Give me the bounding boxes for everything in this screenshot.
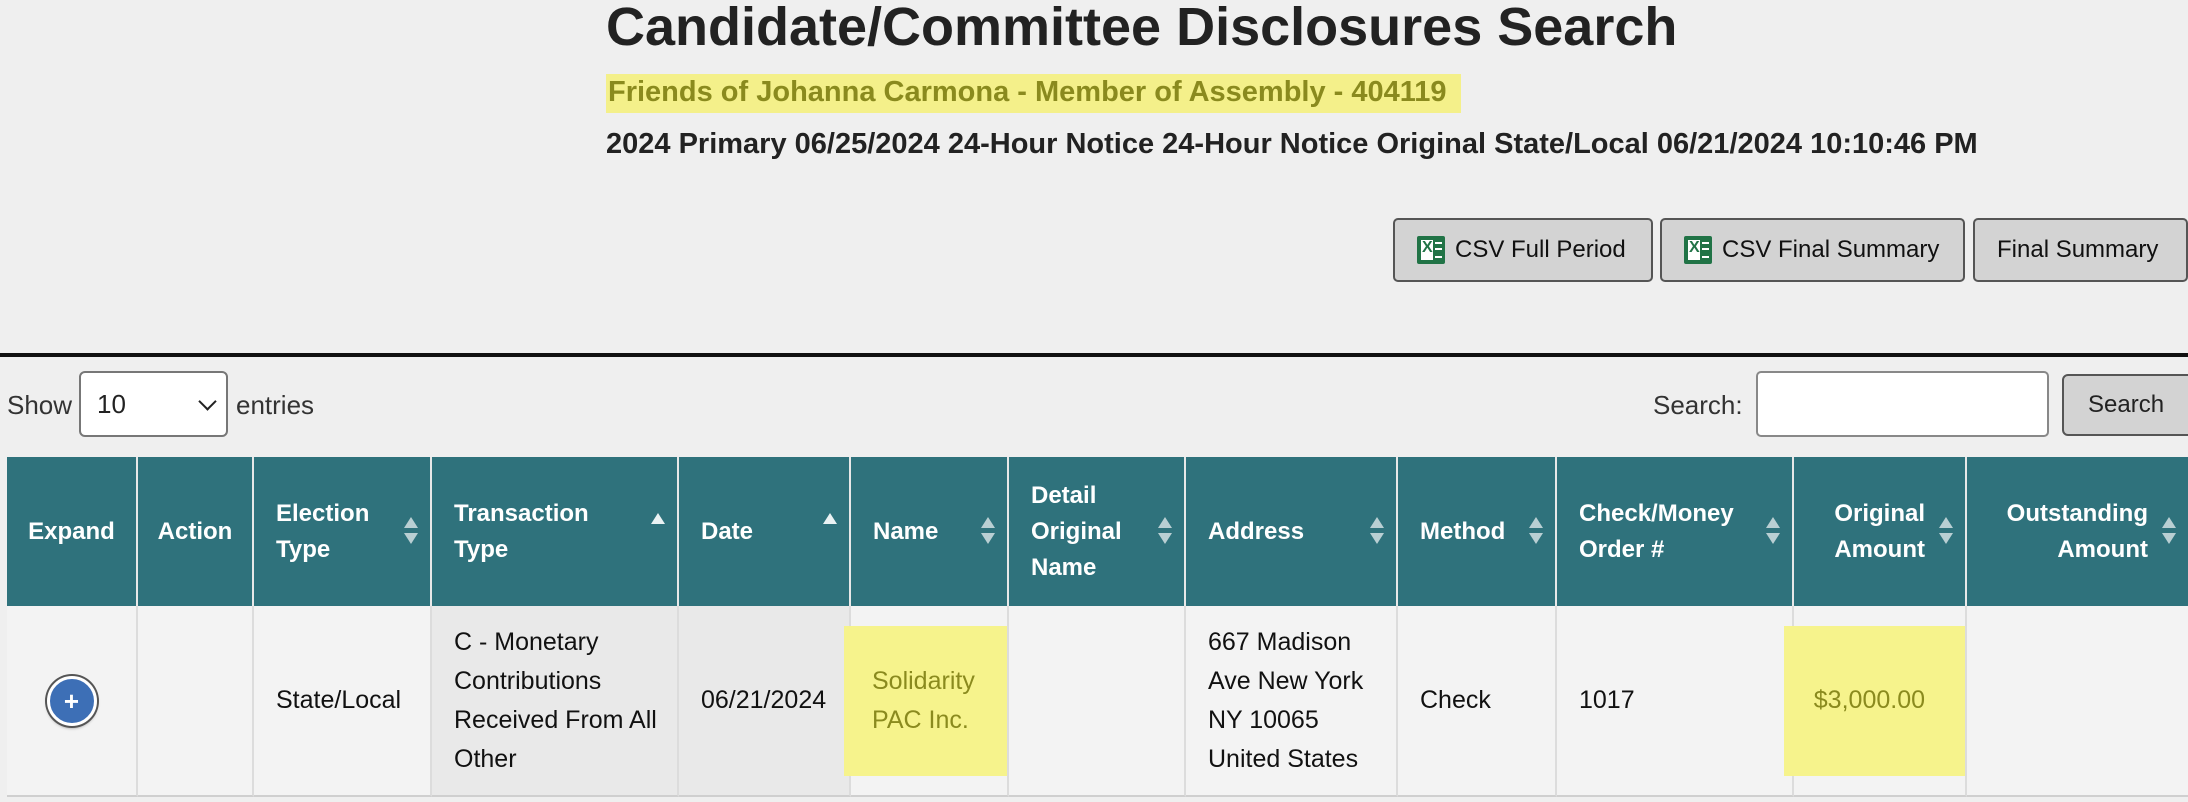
sort-both-icon <box>404 517 418 547</box>
column-header-label: Outstanding Amount <box>2006 499 2148 563</box>
column-header-label: Action <box>157 517 233 545</box>
sort-both-icon <box>1766 517 1780 547</box>
column-header-detail-original-name[interactable]: Detail Original Name <box>1009 457 1186 606</box>
csv-full-period-button[interactable]: CSV Full Period <box>1393 218 1653 282</box>
table-row-election-type: State/Local <box>254 606 432 797</box>
excel-file-icon <box>1684 236 1712 264</box>
show-label: Show <box>7 390 73 420</box>
sort-both-icon <box>2162 517 2176 547</box>
column-header-outstanding-amount[interactable]: Outstanding Amount <box>1967 457 2188 606</box>
table-row-transaction-type: C - Monetary Contributions Received From… <box>432 606 679 797</box>
table-row-address: 667 Madison Ave New York NY 10065 United… <box>1186 606 1398 797</box>
column-header-transaction-type[interactable]: Transaction Type <box>432 457 679 606</box>
filing-info: 2024 Primary 06/25/2024 24-Hour Notice 2… <box>606 128 1978 160</box>
final-summary-button[interactable]: Final Summary <box>1973 218 2188 282</box>
committee-name: Friends of Johanna Carmona - Member of A… <box>606 74 1461 113</box>
column-header-action: Action <box>138 457 254 606</box>
page-title: Candidate/Committee Disclosures Search <box>606 0 1678 57</box>
column-header-label: Election Type <box>276 499 370 563</box>
search-button[interactable]: Search <box>2062 374 2188 436</box>
excel-file-icon <box>1417 236 1445 264</box>
table-row-action-cell <box>138 606 254 797</box>
column-header-label: Method <box>1420 517 1506 545</box>
csv-final-summary-button[interactable]: CSV Final Summary <box>1660 218 1965 282</box>
table-row-detail-original-name <box>1009 606 1186 797</box>
column-header-label: Date <box>701 517 754 545</box>
column-header-name[interactable]: Name <box>851 457 1009 606</box>
sort-both-icon <box>981 517 995 547</box>
column-header-label: Transaction Type <box>454 499 589 563</box>
table-row-method: Check <box>1398 606 1557 797</box>
table-row-expand-cell: + <box>7 606 138 797</box>
column-header-label: Expand <box>28 517 115 545</box>
column-header-address[interactable]: Address <box>1186 457 1398 606</box>
final-summary-label: Final Summary <box>1997 236 2159 263</box>
table-row-original-amount-cell: $3,000.00 <box>1784 606 1967 797</box>
sort-asc-icon <box>823 513 837 543</box>
entries-label: entries <box>236 390 315 420</box>
column-header-date[interactable]: Date <box>679 457 851 606</box>
column-header-check-number[interactable]: Check/Money Order # <box>1557 457 1794 606</box>
column-header-election-type[interactable]: Election Type <box>254 457 432 606</box>
sort-both-icon <box>1529 517 1543 547</box>
column-header-label: Detail Original Name <box>1031 481 1122 581</box>
csv-full-period-label: CSV Full Period <box>1455 236 1626 263</box>
table-row-original-amount: $3,000.00 <box>1784 625 1965 776</box>
column-header-label: Address <box>1208 517 1305 545</box>
entries-select-value: 10 <box>97 388 126 419</box>
chevron-down-icon <box>198 392 217 411</box>
section-divider <box>0 353 2188 357</box>
search-input[interactable] <box>1756 371 2049 437</box>
sort-both-icon <box>1158 517 1172 547</box>
column-header-label: Original Amount <box>1834 499 1925 563</box>
column-header-original-amount[interactable]: Original Amount <box>1794 457 1967 606</box>
table-row-name-cell: Solidarity PAC Inc. <box>844 606 1009 797</box>
table-row-outstanding-amount <box>1967 606 2188 797</box>
csv-final-summary-label: CSV Final Summary <box>1722 236 1940 263</box>
table-row-check-number: 1017 <box>1557 606 1794 797</box>
search-label: Search: <box>1653 390 1743 420</box>
sort-both-icon <box>1370 517 1384 547</box>
column-header-label: Name <box>873 517 939 545</box>
sort-both-icon <box>1939 517 1953 547</box>
plus-circle-icon[interactable]: + <box>46 675 97 726</box>
table-row-name: Solidarity PAC Inc. <box>844 625 1007 776</box>
column-header-label: Check/Money Order # <box>1579 499 1734 563</box>
column-header-expand: Expand <box>7 457 138 606</box>
sort-asc-icon <box>651 513 665 543</box>
table-row-date: 06/21/2024 <box>679 606 851 797</box>
entries-select[interactable]: 10 <box>79 371 228 437</box>
column-header-method[interactable]: Method <box>1398 457 1557 606</box>
